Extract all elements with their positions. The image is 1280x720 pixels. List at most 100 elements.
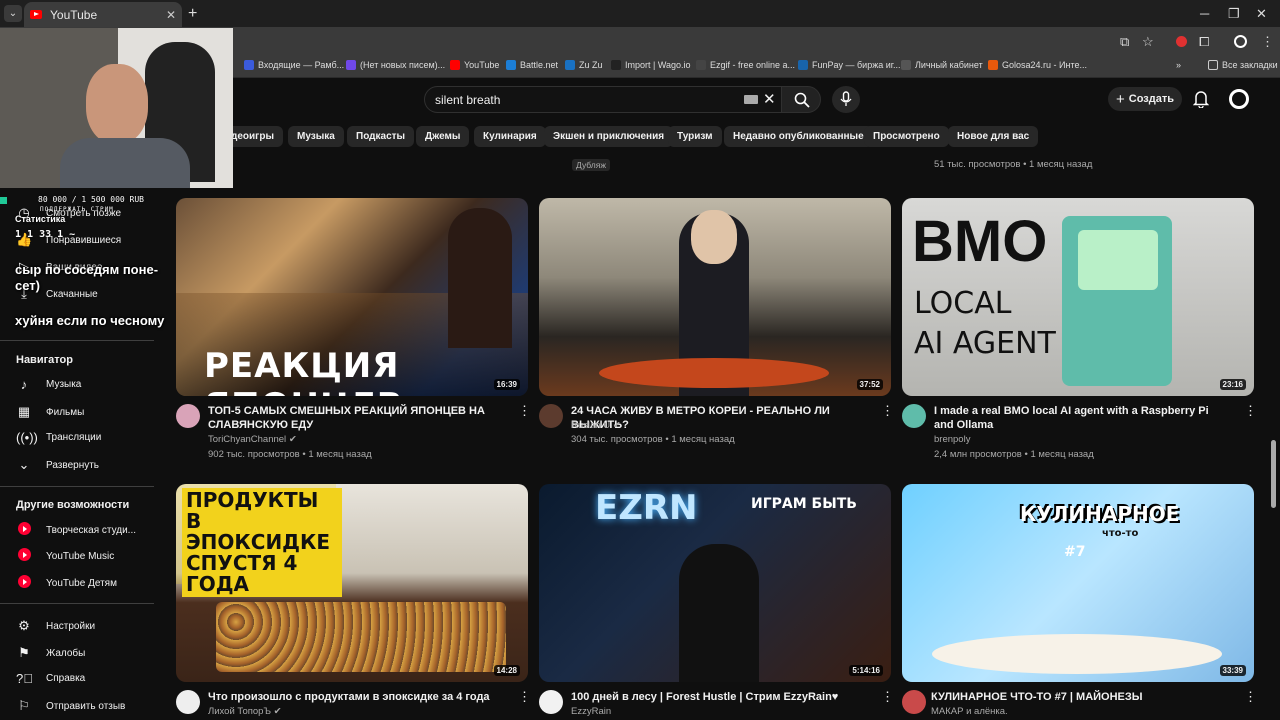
sidebar-item-yt-music[interactable]: YouTube Music bbox=[16, 548, 114, 564]
bookmark-label: (Нет новых писем)... bbox=[360, 60, 446, 70]
sidebar-item-expand[interactable]: ⌄ Развернуть bbox=[16, 457, 99, 473]
voice-search-button[interactable] bbox=[832, 86, 860, 113]
bell-icon[interactable] bbox=[1193, 90, 1209, 108]
extension-icon[interactable] bbox=[1176, 36, 1187, 47]
channel-name[interactable]: EzzyRain bbox=[571, 705, 611, 719]
chip-item[interactable]: Недавно опубликованные bbox=[724, 126, 873, 147]
channel-name[interactable]: ToriChyanChannel ✔ bbox=[208, 433, 297, 447]
video-duration: 37:52 bbox=[856, 379, 883, 390]
chip-item[interactable]: Подкасты bbox=[347, 126, 415, 147]
bookmark-item[interactable]: Личный кабинет bbox=[901, 60, 983, 70]
tab-list-button[interactable]: ⌄ bbox=[4, 5, 22, 22]
page-scrollbar[interactable] bbox=[1271, 440, 1276, 508]
video-title[interactable]: 100 дней в лесу | Forest Hustle | Стрим … bbox=[571, 690, 861, 704]
sidebar-item-feedback[interactable]: ⚐ Отправить отзыв bbox=[16, 698, 125, 714]
clear-search-icon[interactable]: ✕ bbox=[763, 90, 776, 108]
sidebar-item-report[interactable]: ⚑ Жалобы bbox=[16, 645, 85, 661]
sidebar-item-studio[interactable]: Творческая студи... bbox=[16, 522, 136, 538]
video-thumbnail[interactable]: ПРОДУКТЫ В ЭПОКСИДКЕ СПУСТЯ 4 ГОДА 14:28 bbox=[176, 484, 528, 682]
chip-item[interactable]: Новое для вас bbox=[948, 126, 1039, 147]
bookmark-item[interactable]: Golosa24.ru - Инте... bbox=[988, 60, 1087, 70]
more-actions-icon[interactable]: ⋮ bbox=[1244, 403, 1257, 419]
bookmark-item[interactable]: FunPay — биржа иг... bbox=[798, 60, 900, 70]
all-bookmarks-label: Все закладки bbox=[1222, 60, 1278, 70]
channel-avatar[interactable] bbox=[902, 690, 926, 714]
channel-name[interactable]: Лихой ТопорЪ ✔ bbox=[208, 705, 282, 719]
dub-badge: Дубляж bbox=[572, 159, 611, 171]
chip-item[interactable]: Туризм bbox=[668, 126, 722, 147]
channel-avatar[interactable] bbox=[539, 404, 563, 428]
channel-name[interactable]: brenpoly bbox=[934, 433, 970, 447]
channel-avatar[interactable] bbox=[539, 690, 563, 714]
menu-dots-icon[interactable]: ⋮ bbox=[1261, 34, 1274, 50]
bookmark-item[interactable]: Import | Wago.io bbox=[611, 60, 691, 70]
sidebar-item-settings[interactable]: ⚙ Настройки bbox=[16, 618, 95, 634]
minimize-button[interactable]: ─ bbox=[1200, 6, 1209, 21]
video-title[interactable]: I made a real BMO local AI agent with a … bbox=[934, 404, 1224, 432]
chip-item[interactable]: Джемы bbox=[416, 126, 470, 147]
bookmarks-overflow-icon[interactable]: » bbox=[1176, 60, 1181, 70]
more-actions-icon[interactable]: ⋮ bbox=[518, 689, 531, 705]
channel-name-text: ToriChyanChannel bbox=[208, 434, 287, 445]
chip-item[interactable]: Экшен и приключения bbox=[544, 126, 674, 147]
channel-name-text: Ruslan U bbox=[571, 420, 611, 431]
sidebar-item-films[interactable]: ▦ Фильмы bbox=[16, 404, 84, 420]
avatar[interactable] bbox=[1229, 89, 1249, 109]
install-icon[interactable]: ⧉ bbox=[1120, 34, 1129, 50]
more-actions-icon[interactable]: ⋮ bbox=[518, 403, 531, 419]
more-actions-icon[interactable]: ⋮ bbox=[1244, 689, 1257, 705]
thumbnail-face bbox=[691, 210, 737, 264]
video-title[interactable]: Что произошло с продуктами в эпоксидке з… bbox=[208, 690, 498, 704]
search-input[interactable]: silent breath bbox=[424, 86, 782, 113]
sidebar-item-yt-kids[interactable]: YouTube Детям bbox=[16, 575, 117, 591]
sidebar-item-help[interactable]: ?⃝ Справка bbox=[16, 671, 85, 686]
sidebar-item-music[interactable]: ♪ Музыка bbox=[16, 377, 82, 392]
create-button[interactable]: + Создать bbox=[1108, 87, 1182, 111]
profile-icon[interactable] bbox=[1234, 35, 1247, 48]
video-title[interactable]: ТОП-5 САМЫХ СМЕШНЫХ РЕАКЦИЙ ЯПОНЦЕВ НА С… bbox=[208, 404, 498, 432]
video-thumbnail[interactable]: 37:52 bbox=[539, 198, 891, 396]
chip-item[interactable]: Музыка bbox=[288, 126, 344, 147]
bookmark-item[interactable]: Zu Zu bbox=[565, 60, 603, 70]
more-actions-icon[interactable]: ⋮ bbox=[881, 403, 894, 419]
chip-item[interactable]: Просмотрено bbox=[864, 126, 949, 147]
help-icon: ?⃝ bbox=[16, 671, 33, 686]
puzzle-icon[interactable]: ⧠ bbox=[1199, 34, 1209, 50]
video-title[interactable]: КУЛИНАРНОЕ ЧТО-ТО #7 | МАЙОНЕЗЫ bbox=[931, 690, 1221, 704]
bookmark-item[interactable]: YouTube bbox=[450, 60, 499, 70]
chip-label: Кулинария bbox=[483, 131, 537, 142]
bookmark-item[interactable]: (Нет новых писем)... bbox=[346, 60, 445, 70]
video-thumbnail[interactable]: BMO LOCAL AI AGENT 23:16 bbox=[902, 198, 1254, 396]
bookmark-icon bbox=[506, 60, 516, 70]
keyboard-icon[interactable] bbox=[744, 95, 758, 104]
tab-youtube[interactable]: YouTube ✕ bbox=[24, 2, 182, 27]
channel-avatar[interactable] bbox=[176, 404, 200, 428]
gear-icon: ⚙ bbox=[18, 618, 30, 633]
star-icon[interactable]: ☆ bbox=[1142, 34, 1154, 50]
chip-item[interactable]: Кулинария bbox=[474, 126, 546, 147]
channel-name[interactable]: МАКАР и алёнка. bbox=[931, 705, 1008, 719]
bookmark-item[interactable]: Ezgif - free online a... bbox=[696, 60, 795, 70]
chip-label: Музыка bbox=[297, 131, 335, 142]
video-thumbnail[interactable]: КУЛИНАРНОЕ что-то #7 33:39 bbox=[902, 484, 1254, 682]
all-bookmarks[interactable]: Все закладки bbox=[1208, 60, 1278, 70]
channel-avatar[interactable] bbox=[902, 404, 926, 428]
sidebar-item-label: Фильмы bbox=[46, 406, 85, 418]
search-button[interactable] bbox=[781, 86, 821, 113]
channel-name[interactable]: Ruslan U ✔ bbox=[571, 419, 621, 433]
sidebar-divider bbox=[0, 486, 154, 487]
close-window-button[interactable]: ✕ bbox=[1256, 6, 1267, 22]
sidebar-divider bbox=[0, 340, 154, 341]
new-tab-button[interactable]: + bbox=[188, 5, 197, 23]
channel-avatar[interactable] bbox=[176, 690, 200, 714]
video-duration: 5:14:16 bbox=[849, 665, 883, 676]
bookmark-item[interactable]: Входящие — Рамб... bbox=[244, 60, 344, 70]
thumbnail-food bbox=[599, 358, 829, 388]
sidebar-item-live[interactable]: ((•)) Трансляции bbox=[16, 430, 101, 445]
more-actions-icon[interactable]: ⋮ bbox=[881, 689, 894, 705]
video-thumbnail[interactable]: РЕАКЦИЯ ЯПОНЦЕВ 16:39 bbox=[176, 198, 528, 396]
video-thumbnail[interactable]: EZRN ИГРАМ БЫТЬ 5:14:16 bbox=[539, 484, 891, 682]
bookmark-item[interactable]: Battle.net bbox=[506, 60, 558, 70]
maximize-button[interactable]: ❐ bbox=[1228, 6, 1240, 22]
close-tab-icon[interactable]: ✕ bbox=[166, 8, 176, 22]
